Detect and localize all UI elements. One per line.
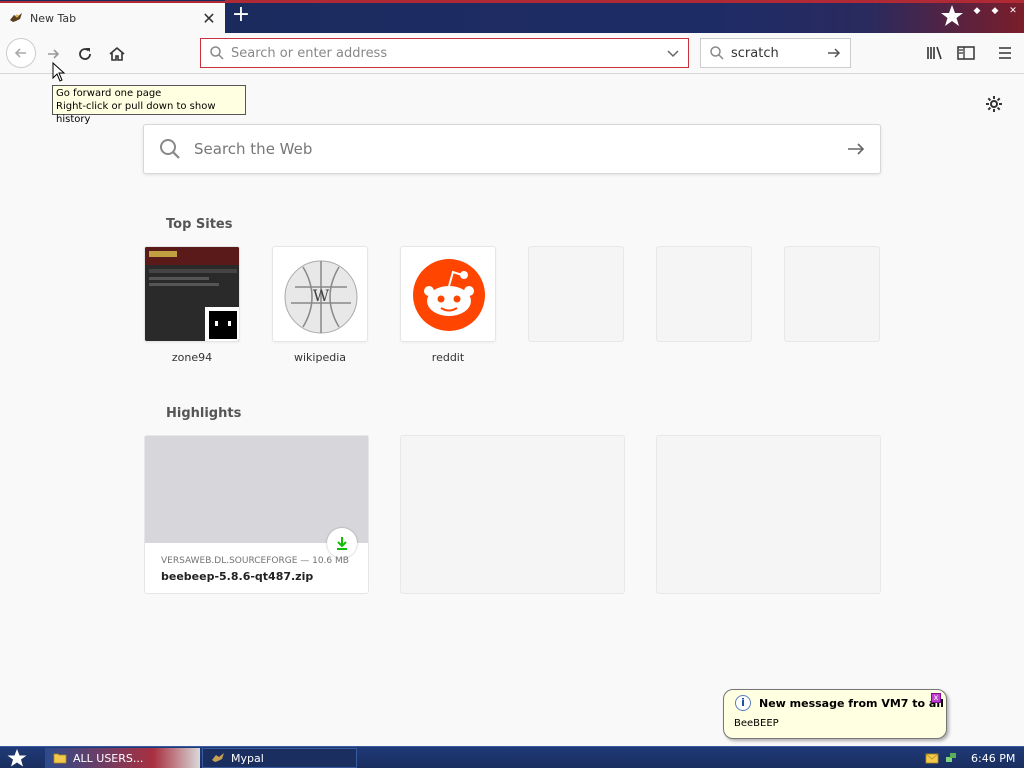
top-site-label[interactable]: zone94: [144, 351, 240, 364]
notification-title: New message from VM7 to all: [759, 697, 944, 710]
eagle-icon: [10, 13, 22, 22]
maximize-button[interactable]: ◆: [988, 4, 1002, 18]
top-site-tile-zone94[interactable]: [144, 246, 240, 342]
reddit-icon: [413, 259, 485, 331]
web-search-box[interactable]: Search the Web: [143, 124, 881, 174]
notification-body: BeeBEEP: [734, 718, 779, 729]
home-button[interactable]: [104, 41, 130, 67]
top-site-label[interactable]: reddit: [400, 351, 496, 364]
taskbar-label: ALL USERS...: [73, 751, 144, 765]
reload-button[interactable]: [72, 41, 98, 67]
search-icon: [210, 46, 224, 60]
forward-arrow-icon: [48, 49, 60, 59]
highlight-card-beebeep[interactable]: VERSAWEB.DL.SOURCEFORGE — 10.6 MB beebee…: [144, 435, 369, 594]
notification-balloon[interactable]: i New message from VM7 to all BeeBEEP x: [723, 689, 947, 739]
arrow-right-icon[interactable]: [846, 139, 866, 159]
tooltip-line2: Right-click or pull down to show history: [56, 101, 216, 125]
network-icon[interactable]: [944, 751, 958, 765]
nav-bar: Search or enter address scratch: [0, 33, 1024, 74]
tab-new-tab[interactable]: New Tab ✕: [0, 1, 225, 33]
folder-icon: [53, 753, 67, 764]
top-site-tile-reddit[interactable]: [400, 246, 496, 342]
top-site-tile-empty-3[interactable]: [784, 246, 880, 342]
top-site-tile-empty-1[interactable]: [528, 246, 624, 342]
tooltip-line1: Go forward one page: [56, 88, 162, 99]
highlight-card-empty-1[interactable]: [400, 435, 625, 594]
sidebar-icon[interactable]: [956, 43, 976, 63]
download-badge: [327, 528, 357, 558]
url-bar[interactable]: Search or enter address: [200, 38, 689, 68]
top-site-tile-empty-2[interactable]: [656, 246, 752, 342]
highlight-source: VERSAWEB.DL.SOURCEFORGE — 10.6 MB: [161, 556, 349, 566]
highlights-heading: Highlights: [166, 406, 242, 421]
info-icon: i: [735, 695, 751, 711]
taskbar-button-mypal[interactable]: Mypal: [202, 748, 357, 768]
clock[interactable]: 6:46 PM: [971, 752, 1015, 765]
close-window-button[interactable]: ✕: [1006, 4, 1020, 18]
tab-strip: New Tab ✕ + ◆ ◆ ✕: [0, 0, 1024, 33]
highlight-title: beebeep-5.8.6-qt487.zip: [161, 570, 314, 583]
gear-icon[interactable]: [985, 95, 1003, 113]
star-logo-icon: [941, 5, 963, 26]
close-icon[interactable]: ✕: [201, 9, 217, 28]
search-value: scratch: [731, 45, 779, 61]
search-bar[interactable]: scratch: [700, 38, 851, 68]
menu-icon[interactable]: [995, 43, 1015, 63]
zone94-thumbnail: [145, 247, 239, 341]
window-controls: ◆ ◆ ✕: [970, 4, 1020, 18]
tab-title: New Tab: [30, 11, 77, 25]
back-arrow-icon: [14, 48, 26, 58]
wikipedia-globe-icon: W: [284, 260, 358, 334]
close-icon[interactable]: x: [931, 693, 941, 703]
library-icon[interactable]: [925, 43, 945, 63]
top-site-label[interactable]: wikipedia: [272, 351, 368, 364]
taskbar-button-folder[interactable]: ALL USERS...: [45, 748, 200, 768]
top-site-tile-wikipedia[interactable]: W: [272, 246, 368, 342]
minimize-button[interactable]: ◆: [970, 4, 984, 18]
highlight-thumbnail: [145, 436, 368, 543]
svg-text:W: W: [313, 286, 330, 305]
taskbar-label: Mypal: [231, 751, 264, 765]
download-icon: [337, 537, 347, 550]
web-search-placeholder: Search the Web: [194, 140, 313, 158]
new-tab-button[interactable]: +: [229, 4, 253, 28]
start-star-icon[interactable]: [6, 748, 28, 768]
url-placeholder: Search or enter address: [231, 45, 388, 61]
back-button[interactable]: [6, 38, 36, 68]
title-stripe: [225, 0, 1024, 3]
arrow-right-icon[interactable]: [826, 45, 842, 61]
search-icon: [160, 139, 180, 159]
reload-icon: [79, 48, 91, 60]
highlight-card-empty-2[interactable]: [656, 435, 881, 594]
eagle-icon: [212, 753, 224, 762]
taskbar: ALL USERS... Mypal 6:46 PM: [0, 746, 1024, 768]
search-icon: [710, 46, 724, 60]
home-icon: [109, 46, 125, 61]
chevron-down-icon[interactable]: [666, 46, 680, 60]
system-tray: 6:46 PM: [921, 748, 1024, 768]
mouse-cursor-icon: [52, 62, 66, 82]
envelope-icon[interactable]: [925, 751, 939, 765]
tooltip: Go forward one page Right-click or pull …: [52, 85, 246, 125]
top-sites-heading: Top Sites: [166, 217, 233, 232]
